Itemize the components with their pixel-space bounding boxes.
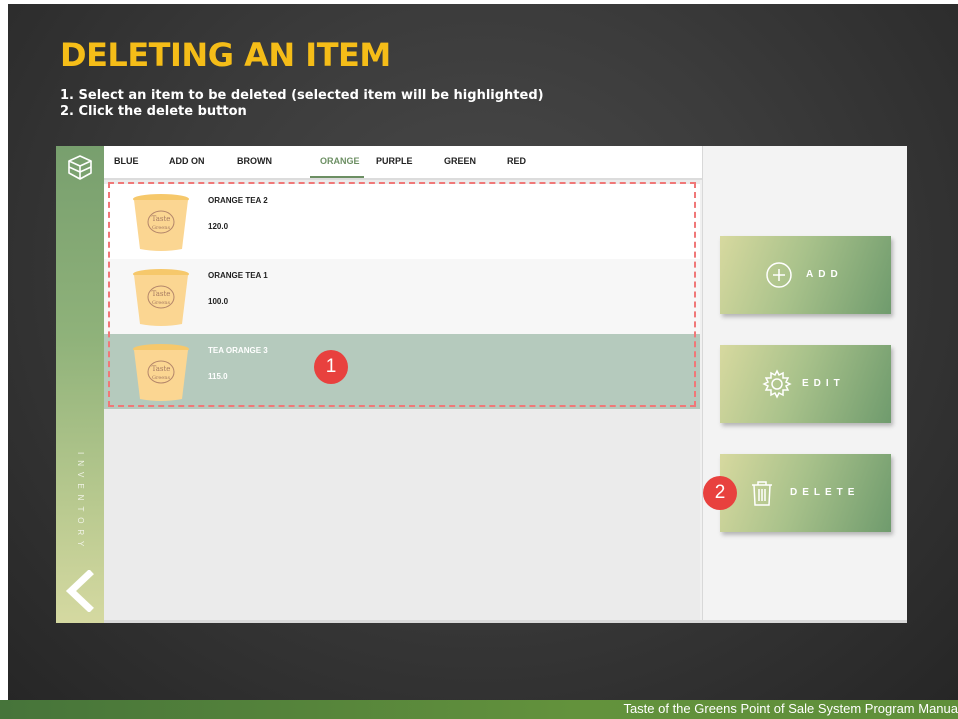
- tea-cup-icon: Taste Greens: [133, 269, 189, 326]
- cup-logo-text: Taste: [152, 215, 171, 223]
- add-button-label: ADD: [806, 269, 843, 280]
- item-name: ORANGE TEA 1: [208, 271, 268, 280]
- item-name: ORANGE TEA 2: [208, 196, 268, 205]
- cup-logo-subtext: Greens: [152, 225, 171, 231]
- step-2: 2. Click the delete button: [60, 104, 247, 119]
- chevron-left-icon: [65, 569, 94, 613]
- pos-app-screenshot: INVENTORY BLUE ADD ON BROWN ORANGE PURPL…: [56, 146, 907, 623]
- trash-icon: [752, 481, 772, 506]
- tab-brown[interactable]: BROWN: [237, 156, 272, 166]
- list-item[interactable]: Taste Greens ORANGE TEA 2 120.0: [104, 184, 700, 259]
- instruction-steps: 1. Select an item to be deleted (selecte…: [60, 88, 544, 120]
- delete-button-label: DELETE: [790, 487, 860, 498]
- bottom-divider: [104, 620, 907, 623]
- edit-button-label: EDIT: [802, 378, 845, 389]
- cup-logo-subtext: Greens: [152, 375, 171, 381]
- slide-title: DELETING AN ITEM: [60, 36, 391, 74]
- sidebar: INVENTORY: [56, 146, 104, 623]
- annotation-badge-2: 2: [703, 476, 737, 510]
- action-panel: ADD EDIT DELETE 2: [702, 146, 907, 623]
- active-tab-indicator: [310, 176, 364, 178]
- item-price: 100.0: [208, 297, 229, 306]
- tab-green[interactable]: GREEN: [444, 156, 476, 166]
- item-price: 115.0: [208, 372, 228, 381]
- item-list: Taste Greens ORANGE TEA 2 120.0 Taste Gr…: [104, 180, 700, 623]
- sidebar-inventory-label: INVENTORY: [76, 452, 85, 553]
- item-name: TEA ORANGE 3: [208, 346, 268, 355]
- cup-logo-text: Taste: [152, 365, 171, 373]
- tab-add-on[interactable]: ADD ON: [169, 156, 205, 166]
- delete-button[interactable]: DELETE: [720, 454, 891, 532]
- annotation-badge-1: 1: [314, 350, 348, 384]
- footer-bar: Taste of the Greens Point of Sale System…: [0, 700, 958, 719]
- category-tabs: BLUE ADD ON BROWN ORANGE PURPLE GREEN RE…: [104, 146, 702, 180]
- cup-logo-text: Taste: [152, 290, 171, 298]
- item-price: 120.0: [208, 222, 229, 231]
- edit-button[interactable]: EDIT: [720, 345, 891, 423]
- list-item[interactable]: Taste Greens ORANGE TEA 1 100.0: [104, 259, 700, 334]
- tab-orange[interactable]: ORANGE: [320, 156, 360, 166]
- footer-text: Taste of the Greens Point of Sale System…: [623, 701, 958, 716]
- step-1: 1. Select an item to be deleted (selecte…: [60, 88, 544, 103]
- gear-icon: [762, 369, 792, 399]
- inventory-box-icon: [68, 155, 92, 180]
- cup-logo-subtext: Greens: [152, 300, 171, 306]
- tab-purple[interactable]: PURPLE: [376, 156, 413, 166]
- tab-red[interactable]: RED: [507, 156, 526, 166]
- plus-circle-icon: [766, 262, 792, 288]
- add-button[interactable]: ADD: [720, 236, 891, 314]
- list-item-selected[interactable]: Taste Greens TEA ORANGE 3 115.0 1: [104, 334, 700, 409]
- back-button[interactable]: [62, 569, 98, 613]
- tab-blue[interactable]: BLUE: [114, 156, 139, 166]
- tea-cup-icon: Taste Greens: [133, 194, 189, 251]
- tea-cup-icon: Taste Greens: [133, 344, 189, 401]
